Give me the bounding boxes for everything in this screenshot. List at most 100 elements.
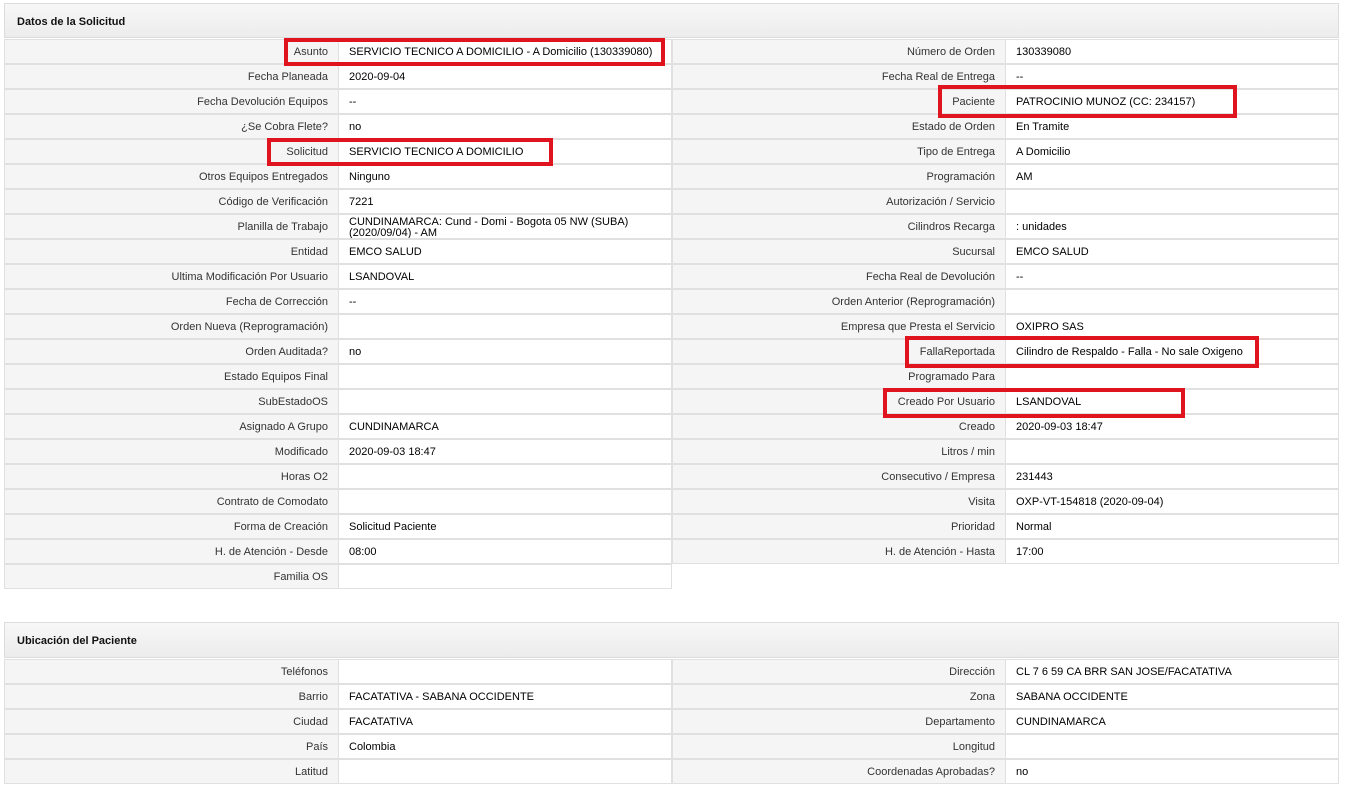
field-value: AM	[1006, 164, 1339, 189]
section-header-ubicacion-paciente: Ubicación del Paciente	[4, 622, 1339, 658]
field-value: OXIPRO SAS	[1006, 314, 1339, 339]
field-row: ¿Se Cobra Flete? no	[4, 114, 672, 139]
field-label: Prioridad	[672, 514, 1006, 539]
field-value: SERVICIO TECNICO A DOMICILIO	[339, 139, 672, 164]
field-value: EMCO SALUD	[1006, 239, 1339, 264]
field-label: Fecha de Corrección	[4, 289, 339, 314]
field-value: CUNDINAMARCA: Cund - Domi - Bogota 05 NW…	[339, 214, 672, 239]
field-label: Tipo de Entrega	[672, 139, 1006, 164]
section-title: Ubicación del Paciente	[17, 635, 137, 647]
field-row: Coordenadas Aprobadas? no	[672, 759, 1339, 784]
field-value	[1006, 189, 1339, 214]
field-row: Contrato de Comodato	[4, 489, 672, 514]
field-label: Contrato de Comodato	[4, 489, 339, 514]
field-row: Ultima Modificación Por Usuario LSANDOVAL	[4, 264, 672, 289]
field-label: Zona	[672, 684, 1006, 709]
field-row: Orden Nueva (Reprogramación)	[4, 314, 672, 339]
field-label: Modificado	[4, 439, 339, 464]
field-row: Programado Para	[672, 364, 1339, 389]
field-label: Familia OS	[4, 564, 339, 589]
field-value	[1006, 439, 1339, 464]
field-label: Planilla de Trabajo	[4, 214, 339, 239]
field-value: : unidades	[1006, 214, 1339, 239]
field-row: Latitud	[4, 759, 672, 784]
field-value	[1006, 734, 1339, 759]
field-value: --	[339, 89, 672, 114]
field-row: Paciente PATROCINIO MUNOZ (CC: 234157)	[672, 89, 1339, 114]
field-label: País	[4, 734, 339, 759]
field-value: FACATATIVA	[339, 709, 672, 734]
field-value: 231443	[1006, 464, 1339, 489]
field-value	[339, 659, 672, 684]
field-row: Fecha Planeada 2020-09-04	[4, 64, 672, 89]
field-row: FallaReportada Cilindro de Respaldo - Fal…	[672, 339, 1339, 364]
field-row: Departamento CUNDINAMARCA	[672, 709, 1339, 734]
field-value: A Domicilio	[1006, 139, 1339, 164]
field-label: Código de Verificación	[4, 189, 339, 214]
field-row: Código de Verificación 7221	[4, 189, 672, 214]
field-label: Asignado A Grupo	[4, 414, 339, 439]
field-value: SABANA OCCIDENTE	[1006, 684, 1339, 709]
field-value	[339, 364, 672, 389]
field-value: EMCO SALUD	[339, 239, 672, 264]
field-row: Entidad EMCO SALUD	[4, 239, 672, 264]
field-value: 130339080	[1006, 39, 1339, 64]
field-label: Estado de Orden	[672, 114, 1006, 139]
field-value: 08:00	[339, 539, 672, 564]
field-row: H. de Atención - Hasta 17:00	[672, 539, 1339, 564]
field-label: Dirección	[672, 659, 1006, 684]
field-value	[1006, 289, 1339, 314]
field-row: Asignado A Grupo CUNDINAMARCA	[4, 414, 672, 439]
field-row: SubEstadoOS	[4, 389, 672, 414]
field-value	[1006, 364, 1339, 389]
field-value: SERVICIO TECNICO A DOMICILIO - A Domicil…	[339, 39, 672, 64]
field-row: H. de Atención - Desde 08:00	[4, 539, 672, 564]
field-label: Entidad	[4, 239, 339, 264]
field-label: Fecha Devolución Equipos	[4, 89, 339, 114]
field-row: Fecha Real de Entrega --	[672, 64, 1339, 89]
field-label: Horas O2	[4, 464, 339, 489]
field-row: Familia OS	[4, 564, 672, 589]
field-row: Estado de Orden En Tramite	[672, 114, 1339, 139]
field-label: Fecha Real de Entrega	[672, 64, 1006, 89]
field-row: Forma de Creación Solicitud Paciente	[4, 514, 672, 539]
field-label: Coordenadas Aprobadas?	[672, 759, 1006, 784]
field-label: Estado Equipos Final	[4, 364, 339, 389]
field-row: Fecha Real de Devolución --	[672, 264, 1339, 289]
field-value: 2020-09-04	[339, 64, 672, 89]
field-value: PATROCINIO MUNOZ (CC: 234157)	[1006, 89, 1339, 114]
field-row: Creado Por Usuario LSANDOVAL	[672, 389, 1339, 414]
field-row: Fecha Devolución Equipos --	[4, 89, 672, 114]
field-value: En Tramite	[1006, 114, 1339, 139]
field-row: Visita OXP-VT-154818 (2020-09-04)	[672, 489, 1339, 514]
field-label: Sucursal	[672, 239, 1006, 264]
field-label: Orden Auditada?	[4, 339, 339, 364]
field-label: Ciudad	[4, 709, 339, 734]
field-row: Zona SABANA OCCIDENTE	[672, 684, 1339, 709]
field-value: CUNDINAMARCA	[1006, 709, 1339, 734]
field-value: Ninguno	[339, 164, 672, 189]
field-label: Fecha Real de Devolución	[672, 264, 1006, 289]
field-value: FACATATIVA - SABANA OCCIDENTE	[339, 684, 672, 709]
field-label: Barrio	[4, 684, 339, 709]
field-row: Modificado 2020-09-03 18:47	[4, 439, 672, 464]
field-label: Empresa que Presta el Servicio	[672, 314, 1006, 339]
field-row: Barrio FACATATIVA - SABANA OCCIDENTE	[4, 684, 672, 709]
field-label: Orden Anterior (Reprogramación)	[672, 289, 1006, 314]
field-label: Visita	[672, 489, 1006, 514]
field-row: Planilla de Trabajo CUNDINAMARCA: Cund - …	[4, 214, 672, 239]
field-label: H. de Atención - Hasta	[672, 539, 1006, 564]
field-value	[339, 389, 672, 414]
field-value: no	[339, 114, 672, 139]
field-row: Longitud	[672, 734, 1339, 759]
field-label: Número de Orden	[672, 39, 1006, 64]
field-label: SubEstadoOS	[4, 389, 339, 414]
field-row: Orden Auditada? no	[4, 339, 672, 364]
field-value	[339, 464, 672, 489]
field-row: Litros / min	[672, 439, 1339, 464]
field-value: LSANDOVAL	[1006, 389, 1339, 414]
field-value: no	[339, 339, 672, 364]
field-value: 7221	[339, 189, 672, 214]
field-label: Teléfonos	[4, 659, 339, 684]
field-row: Horas O2	[4, 464, 672, 489]
